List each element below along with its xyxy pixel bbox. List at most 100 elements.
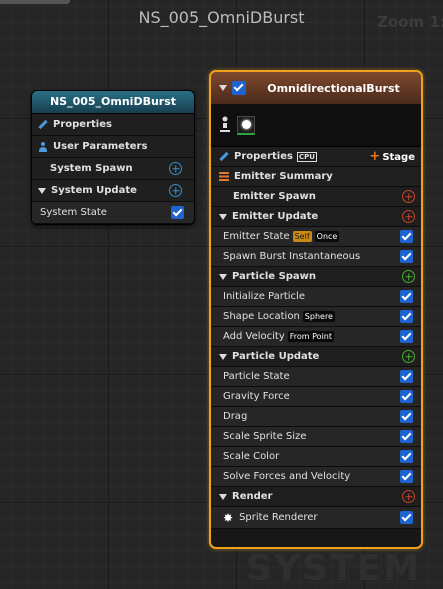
module-row[interactable]: Add Velocity From Point	[211, 327, 421, 347]
self-tag: Self	[292, 231, 312, 242]
module-enabled-checkbox[interactable]	[400, 410, 413, 423]
module-row[interactable]: Scale Color	[211, 447, 421, 467]
module-enabled-checkbox[interactable]	[400, 370, 413, 383]
renderer-enabled-checkbox[interactable]	[400, 511, 413, 524]
system-state-row[interactable]: System State	[32, 202, 194, 224]
module-label: Drag	[223, 411, 248, 422]
module-label: Emitter State Self Once	[223, 231, 400, 242]
system-state-label: System State	[40, 207, 107, 218]
emitter-header[interactable]: OmnidirectionalBurst	[211, 72, 421, 104]
module-enabled-checkbox[interactable]	[400, 450, 413, 463]
module-row[interactable]: Solve Forces and Velocity	[211, 467, 421, 487]
pencil-icon	[219, 151, 229, 162]
add-module-system-update-icon[interactable]	[169, 184, 182, 197]
module-name: Add Velocity	[223, 331, 285, 342]
cpu-badge: CPU	[296, 152, 317, 162]
particle-spawn-row[interactable]: Particle Spawn	[211, 267, 421, 287]
add-module-emitter-spawn-icon[interactable]	[402, 190, 415, 203]
from-point-tag: From Point	[287, 331, 335, 342]
system-properties-label: Properties	[53, 119, 112, 130]
user-icon	[38, 141, 48, 152]
module-enabled-checkbox[interactable]	[400, 330, 413, 343]
collapse-triangle-icon[interactable]	[219, 85, 227, 91]
module-row[interactable]: Initialize Particle	[211, 287, 421, 307]
module-name: Emitter State	[223, 231, 290, 242]
emitter-spawn-label: Emitter Spawn	[233, 191, 316, 202]
system-properties-row[interactable]: Properties	[32, 114, 194, 136]
module-label: Particle State	[223, 371, 290, 382]
module-row[interactable]: Gravity Force	[211, 387, 421, 407]
module-label: Shape Location Sphere	[223, 311, 400, 322]
collapse-triangle-icon[interactable]	[219, 213, 227, 220]
add-module-particle-update-icon[interactable]	[402, 350, 415, 363]
graph-watermark: SYSTEM	[246, 548, 421, 589]
renderer-label: Sprite Renderer	[239, 512, 318, 523]
emitter-summary-row[interactable]: Emitter Summary	[211, 167, 421, 187]
module-row[interactable]: Shape Location Sphere	[211, 307, 421, 327]
module-name: Shape Location	[223, 311, 300, 322]
add-renderer-icon[interactable]	[402, 490, 415, 503]
module-row[interactable]: Scale Sprite Size	[211, 427, 421, 447]
render-row[interactable]: Render	[211, 487, 421, 507]
emitter-thumbnail-bar	[211, 104, 421, 147]
module-label: Scale Color	[223, 451, 280, 462]
render-label: Render	[232, 491, 273, 502]
stage-label: Stage	[382, 152, 415, 163]
collapse-triangle-icon[interactable]	[219, 353, 227, 360]
user-parameters-row[interactable]: User Parameters	[32, 136, 194, 158]
module-label: Gravity Force	[223, 391, 290, 402]
sprite-thumbnail[interactable]	[237, 115, 255, 135]
particle-spawn-label: Particle Spawn	[232, 271, 317, 282]
sprite-dot-icon	[241, 120, 251, 129]
module-row[interactable]: Emitter State Self Once	[211, 227, 421, 247]
user-parameters-label: User Parameters	[53, 141, 148, 152]
add-module-emitter-update-icon[interactable]	[402, 210, 415, 223]
collapse-triangle-icon[interactable]	[219, 493, 227, 500]
module-row[interactable]: Drag	[211, 407, 421, 427]
sphere-tag: Sphere	[302, 311, 335, 322]
emitter-name[interactable]: OmnidirectionalBurst	[254, 82, 413, 95]
module-enabled-checkbox[interactable]	[400, 230, 413, 243]
collapse-triangle-icon[interactable]	[38, 187, 46, 194]
module-row[interactable]: Spawn Burst Instantaneous	[211, 247, 421, 267]
person-icon[interactable]	[219, 115, 231, 135]
emitter-spawn-row[interactable]: Emitter Spawn	[211, 187, 421, 207]
emitter-node[interactable]: OmnidirectionalBurst Properties CPU + Stag…	[209, 70, 423, 549]
list-icon	[219, 172, 229, 181]
add-stage-button[interactable]: + Stage	[369, 149, 415, 164]
sprite-burst-icon: ✸	[223, 510, 234, 525]
particle-update-row[interactable]: Particle Update	[211, 347, 421, 367]
emitter-properties-row[interactable]: Properties CPU + Stage	[211, 147, 421, 167]
collapse-triangle-icon[interactable]	[219, 273, 227, 280]
zoom-level: Zoom 1:1	[377, 13, 443, 31]
add-module-system-spawn-icon[interactable]	[169, 162, 182, 175]
module-enabled-checkbox[interactable]	[400, 310, 413, 323]
emitter-summary-label: Emitter Summary	[234, 171, 333, 182]
module-enabled-checkbox[interactable]	[400, 290, 413, 303]
module-enabled-checkbox[interactable]	[400, 470, 413, 483]
emitter-properties-label: Properties CPU	[234, 151, 369, 162]
emitter-enabled-checkbox[interactable]	[232, 81, 246, 95]
system-node-title[interactable]: NS_005_OmniDBurst	[32, 91, 194, 114]
module-label: Add Velocity From Point	[223, 331, 400, 342]
module-enabled-checkbox[interactable]	[400, 430, 413, 443]
module-label: Solve Forces and Velocity	[223, 471, 351, 482]
system-spawn-label: System Spawn	[50, 163, 133, 174]
module-row[interactable]: Particle State	[211, 367, 421, 387]
system-state-checkbox[interactable]	[171, 206, 184, 219]
emitter-update-row[interactable]: Emitter Update	[211, 207, 421, 227]
emitter-update-label: Emitter Update	[232, 211, 319, 222]
system-spawn-row[interactable]: System Spawn	[32, 158, 194, 180]
renderer-row[interactable]: ✸ Sprite Renderer	[211, 507, 421, 529]
system-node[interactable]: NS_005_OmniDBurst Properties User Parame…	[31, 90, 195, 225]
add-module-particle-spawn-icon[interactable]	[402, 270, 415, 283]
module-enabled-checkbox[interactable]	[400, 390, 413, 403]
module-label: Spawn Burst Instantaneous	[223, 251, 361, 262]
particle-update-label: Particle Update	[232, 351, 320, 362]
system-update-label: System Update	[51, 185, 137, 196]
window-tab-strip	[0, 0, 70, 4]
plus-icon: +	[369, 149, 381, 164]
once-tag: Once	[314, 231, 340, 242]
module-enabled-checkbox[interactable]	[400, 250, 413, 263]
system-update-row[interactable]: System Update	[32, 180, 194, 202]
